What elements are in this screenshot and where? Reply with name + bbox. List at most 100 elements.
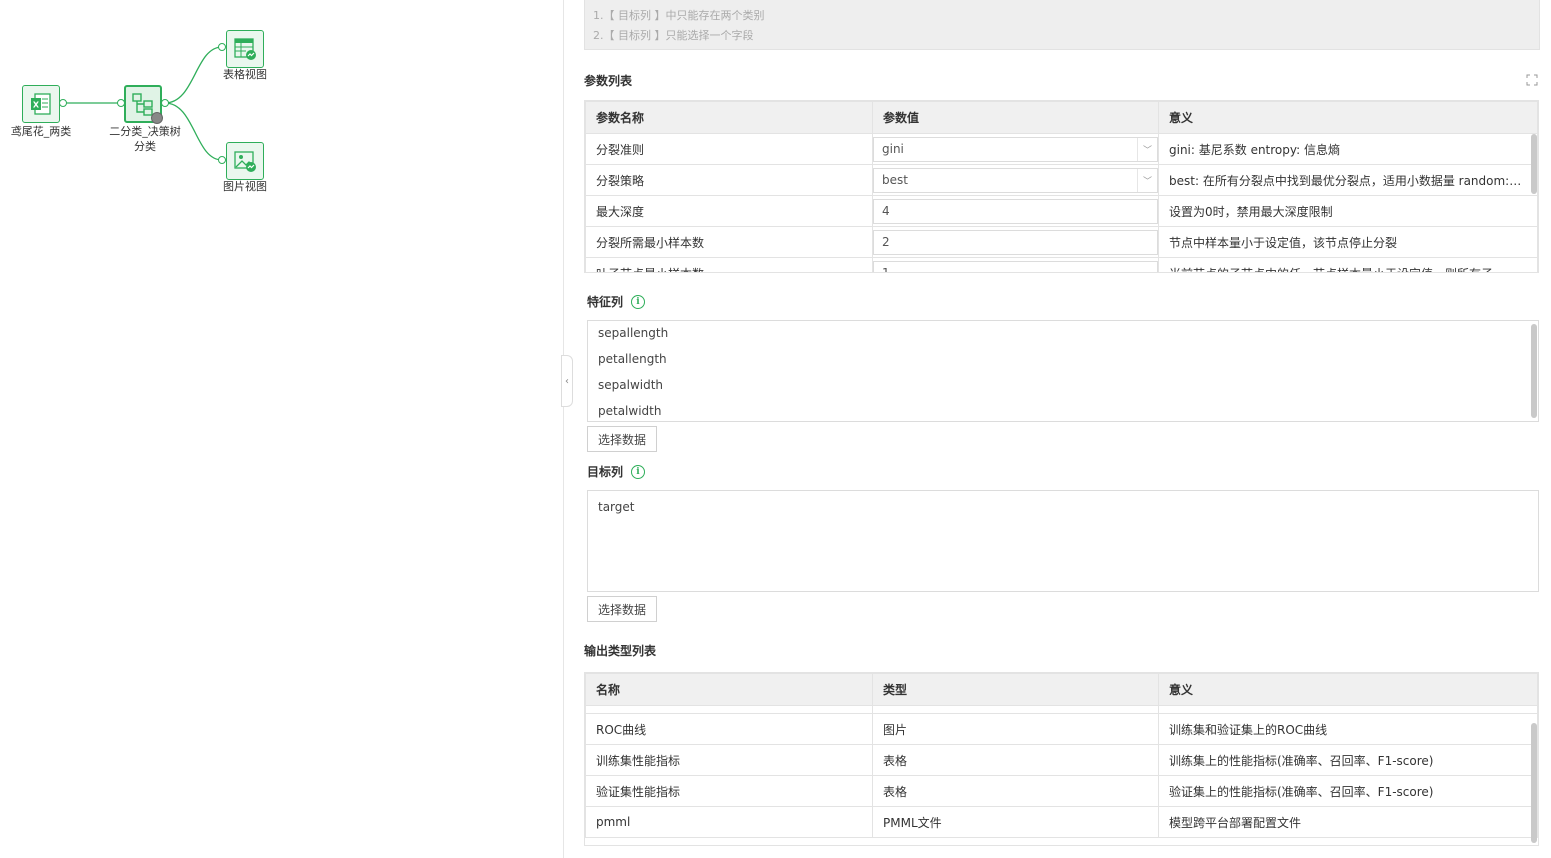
info-icon[interactable]: i [631,294,646,309]
select-value: best [882,173,908,187]
node-iris-dataset[interactable]: X [22,85,60,123]
select-value: gini [882,142,904,156]
select-features-button[interactable]: 选择数据 [587,426,657,452]
param-value-cell: 4 [872,195,1159,227]
table-row: pmml PMML文件 模型跨平台部署配置文件 [585,806,1538,838]
table-row: 分裂准则 gini ﹀ gini: 基尼系数 entropy: 信息熵 [585,133,1538,165]
node-image-view[interactable] [226,142,264,180]
output-name: 验证集性能指标 [585,775,873,807]
chevron-down-icon: ﹀ [1137,137,1157,161]
param-meaning: gini: 基尼系数 entropy: 信息熵 [1158,133,1538,165]
target-title: 目标列 i [587,463,646,480]
output-meaning: 训练集上的性能指标(准确率、召回率、F1-score) [1158,744,1538,776]
max-depth-input[interactable]: 4 [873,198,1158,224]
column-header: 名称 [585,673,873,706]
svg-text:X: X [33,101,40,110]
table-row: 分裂所需最小样本数 2 节点中样本量小于设定值，该节点停止分裂 [585,226,1538,258]
node-label: 图片视图 [223,180,267,193]
info-icon[interactable]: i [631,464,646,479]
image-chart-icon [234,151,256,172]
input-port[interactable] [218,43,226,51]
list-item[interactable]: sepalwidth [588,375,1538,401]
node-label: 二分类_决策树 分类 [100,124,190,154]
param-name: 分裂所需最小样本数 [585,226,873,258]
properties-panel: 1.【 目标列 】中只能存在两个类别 2.【 目标列 】只能选择一个字段 参数列… [576,0,1551,858]
node-label: 表格视图 [223,68,267,81]
output-name: 训练集性能指标 [585,744,873,776]
table-row: ROC曲线 图片 训练集和验证集上的ROC曲线 [585,713,1538,745]
outputs-title: 输出类型列表 [584,642,656,659]
node-table-view[interactable] [226,30,264,68]
note-line: 1.【 目标列 】中只能存在两个类别 [593,9,765,22]
table-row: 验证集性能指标 表格 验证集上的性能指标(准确率、召回率、F1-score) [585,775,1538,807]
param-value-cell: 1 [872,257,1159,273]
features-list[interactable]: sepallength petallength sepalwidth petal… [587,320,1539,422]
list-item[interactable]: petallength [588,349,1538,375]
param-value-cell: 2 [872,226,1159,258]
output-type: PMML文件 [872,806,1159,838]
input-port[interactable] [218,156,226,164]
scrollbar[interactable] [1531,324,1537,418]
outputs-title-text: 输出类型列表 [584,644,657,658]
select-target-button[interactable]: 选择数据 [587,596,657,622]
collapse-panel-handle[interactable]: ‹ [561,355,573,407]
notes-box: 1.【 目标列 】中只能存在两个类别 2.【 目标列 】只能选择一个字段 [584,0,1540,50]
list-item[interactable]: petalwidth [588,401,1538,427]
node-label-line: 二分类_决策树 [109,125,181,138]
param-name: 最大深度 [585,195,873,227]
table-row: 分裂策略 best ﹀ best: 在所有分裂点中找到最优分裂点，适用小数据量 r… [585,164,1538,196]
outputs-table: 名称 类型 意义 ROC曲线 图片 训练集和验证集上的ROC曲线 训练集性能指标… [584,672,1539,846]
target-title-text: 目标列 [587,465,624,479]
output-type: 表格 [872,775,1159,807]
list-item[interactable]: sepallength [588,323,1538,349]
features-title-text: 特征列 [587,295,624,309]
scrollbar[interactable] [1531,134,1537,194]
spacer-row [585,705,1538,714]
list-item[interactable]: target [588,497,1538,523]
input-value: 1 [882,266,890,273]
workflow-edges [64,46,223,161]
param-value-cell: best ﹀ [872,164,1159,196]
params-title: 参数列表 [584,72,632,89]
chevron-left-icon: ‹ [565,375,569,387]
param-name: 叶子节点最小样本数 [585,257,873,272]
input-value: 2 [882,235,890,249]
scrollbar[interactable] [1531,723,1537,843]
output-meaning: 模型跨平台部署配置文件 [1158,806,1538,838]
column-header: 类型 [872,673,1159,706]
param-meaning: 设置为0时，禁用最大深度限制 [1158,195,1538,227]
output-port[interactable] [59,99,67,107]
workflow-canvas[interactable]: X 鸢尾花_两类 二分类_决策树 分类 表格视图 图片视图 [0,0,563,858]
disabled-badge-icon [151,112,163,124]
param-meaning: best: 在所有分裂点中找到最优分裂点，适用小数据量 random:… [1158,164,1538,196]
excel-icon: X [31,93,51,115]
note-line: 2.【 目标列 】只能选择一个字段 [593,29,754,42]
output-type: 表格 [872,744,1159,776]
node-label-line: 分类 [134,140,156,153]
min-samples-leaf-input[interactable]: 1 [873,260,1158,273]
param-meaning: 当前节点的子节点中的任一节点样本量小于设定值，则所有子… [1158,257,1538,272]
fullscreen-icon[interactable] [1526,74,1538,86]
criterion-select[interactable]: gini ﹀ [873,136,1158,162]
min-samples-split-input[interactable]: 2 [873,229,1158,255]
chevron-down-icon: ﹀ [1137,168,1157,192]
output-name: pmml [585,806,873,838]
table-row: 训练集性能指标 表格 训练集上的性能指标(准确率、召回率、F1-score) [585,744,1538,776]
params-table: 参数名称 参数值 意义 分裂准则 gini ﹀ gini: 基尼系数 entrop… [584,100,1539,273]
node-label: 鸢尾花_两类 [10,125,72,138]
column-header: 参数值 [872,101,1159,134]
table-chart-icon [234,38,256,60]
output-meaning: 验证集上的性能指标(准确率、召回率、F1-score) [1158,775,1538,807]
output-port[interactable] [161,99,169,107]
panel-divider [563,0,564,858]
splitter-select[interactable]: best ﹀ [873,167,1158,193]
target-list[interactable]: target [587,490,1539,592]
output-type: 图片 [872,713,1159,745]
features-title: 特征列 i [587,293,646,310]
params-title-text: 参数列表 [584,74,633,88]
output-meaning: 训练集和验证集上的ROC曲线 [1158,713,1538,745]
param-name: 分裂策略 [585,164,873,196]
input-value: 4 [882,204,890,218]
column-header: 意义 [1158,101,1538,134]
column-header: 意义 [1158,673,1538,706]
